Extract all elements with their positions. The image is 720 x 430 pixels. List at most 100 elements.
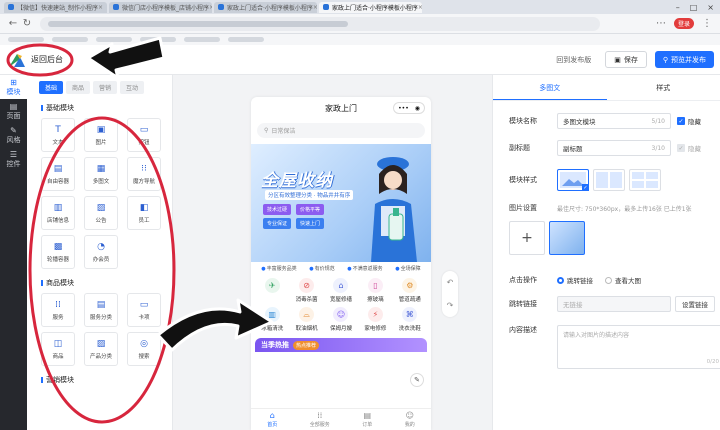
close-window-icon[interactable]: × <box>707 3 714 12</box>
service-item[interactable]: ☺ 保姆月嫂 <box>324 307 358 332</box>
component-item[interactable]: ▣ 图片 <box>84 118 118 152</box>
app-logo-icon[interactable] <box>8 52 26 68</box>
rail-item-style[interactable]: ✎ 风格 <box>0 123 27 147</box>
grid-icon: ⁞⁞ <box>317 410 323 420</box>
menu-icon[interactable]: ⋮ <box>700 18 714 29</box>
bookmark[interactable] <box>96 37 132 42</box>
style-option-grid[interactable] <box>629 169 661 191</box>
bookmark[interactable] <box>228 37 264 42</box>
refresh-icon[interactable]: ↻ <box>20 18 34 29</box>
back-to-admin-link[interactable]: 返回后台 <box>31 54 63 65</box>
url-input[interactable] <box>40 16 600 31</box>
service-item[interactable]: ▥ 冰箱清洗 <box>255 307 289 332</box>
extensions-icon[interactable]: ⋯ <box>654 18 668 29</box>
banner-title: 全屋收纳 <box>261 171 333 191</box>
service-item[interactable]: ⊘ 消毒杀菌 <box>289 278 323 303</box>
favicon-icon <box>8 4 14 10</box>
save-button[interactable]: ▣ 保存 <box>605 51 647 68</box>
hide-module-checkbox[interactable]: ✓ 隐藏 <box>677 116 701 126</box>
browser-tab[interactable]: 【微信】快速建站_制作小程序 × <box>4 1 107 13</box>
service-icon: ⚙ <box>402 278 418 293</box>
component-item[interactable]: ◔ 办会员 <box>84 235 118 269</box>
component-item[interactable]: T 文本 <box>41 118 75 152</box>
rail-item-modules[interactable]: ⊞ 模块 <box>0 75 27 99</box>
component-item[interactable]: ▨ 公告 <box>84 196 118 230</box>
service-item[interactable]: ⚙ 管道疏通 <box>393 278 427 303</box>
browser-tab-active[interactable]: 家政上门适合·小程序模板小程序 × <box>319 1 422 13</box>
component-item[interactable]: ◧ 员工 <box>127 196 161 230</box>
close-tab-icon[interactable]: × <box>418 4 422 11</box>
login-badge[interactable]: 登录 <box>673 18 694 29</box>
phone-search-bar[interactable]: ⚲ 日常保洁 <box>257 123 425 138</box>
component-item[interactable]: ▤ 自由容器 <box>41 157 75 191</box>
tab-marketing[interactable]: 营销 <box>93 81 118 94</box>
rail-item-pages[interactable]: ▤ 页面 <box>0 99 27 123</box>
subtitle-row: 副标题 副标题 3/10 ✓ 隐藏 <box>509 140 701 156</box>
bookmark[interactable] <box>52 37 88 42</box>
service-item[interactable]: ⌂ 宽屋修缮 <box>324 278 358 303</box>
redo-icon[interactable]: ↷ <box>447 301 454 310</box>
hide-subtitle-checkbox[interactable]: ✓ 隐藏 <box>677 143 701 153</box>
jump-link-input[interactable]: 无链接 <box>557 296 671 312</box>
tabbar-mine[interactable]: ☺ 我的 <box>405 411 415 428</box>
bookmark[interactable] <box>140 37 176 42</box>
browser-tab[interactable]: 微信门店小程序模板_店铺小程序 × <box>109 1 212 13</box>
radio-dot <box>605 276 612 284</box>
maximize-icon[interactable]: □ <box>690 3 698 12</box>
minimize-icon[interactable]: – <box>676 3 680 12</box>
service-item[interactable]: ▯ 擦玻璃 <box>358 278 392 303</box>
description-textarea[interactable]: 请输入对图片的描述内容 0/20 <box>557 325 720 369</box>
back-icon[interactable]: ← <box>6 18 20 29</box>
service-item[interactable]: ✈ <box>255 278 289 303</box>
component-item[interactable]: ◎ 搜索 <box>127 332 161 366</box>
tabbar-orders[interactable]: ▤ 订单 <box>362 411 372 428</box>
component-item[interactable]: ▩ 轮播容器 <box>41 235 75 269</box>
service-item[interactable]: ⚡ 家电修修 <box>358 307 392 332</box>
close-tab-icon[interactable]: × <box>209 4 212 11</box>
subtitle-input[interactable]: 副标题 3/10 <box>557 140 671 156</box>
bookmark[interactable] <box>184 37 220 42</box>
component-item[interactable]: ▥ 店铺信息 <box>41 196 75 230</box>
bookmark[interactable] <box>8 37 44 42</box>
component-icon: ◎ <box>140 338 148 349</box>
service-item[interactable]: ⌓ 取油烟机 <box>289 307 323 332</box>
rail-item-controls[interactable]: ☰ 控件 <box>0 147 27 171</box>
layout-icon[interactable]: ◫ <box>111 54 120 65</box>
module-name-label: 模块名称 <box>509 117 537 125</box>
uploaded-image-thumbnail[interactable] <box>549 221 585 255</box>
cleaner-illustration <box>371 157 417 262</box>
module-name-input[interactable]: 多图文模块 5/10 <box>557 113 671 129</box>
tab-interaction[interactable]: 互动 <box>120 81 145 94</box>
banner-image[interactable]: 全屋收纳 分区有效整理分类 · 物品井井有序 技术过硬 价格平等 专业保证 快速… <box>251 144 431 262</box>
close-tab-icon[interactable]: × <box>98 4 103 11</box>
floating-edit-icon[interactable]: ✎ <box>410 373 424 387</box>
service-item[interactable]: ⌘ 洗衣洗鞋 <box>393 307 427 332</box>
component-item[interactable]: ▭ 按钮 <box>127 118 161 152</box>
add-image-button[interactable]: + <box>509 221 545 255</box>
component-item[interactable]: ▦ 多图文 <box>84 157 118 191</box>
browser-tab[interactable]: 家政上门适合·小程序模板小程序 × <box>214 1 317 13</box>
tabbar-home[interactable]: ⌂ 首页 <box>267 411 277 428</box>
undo-icon[interactable]: ↶ <box>447 278 454 287</box>
component-item[interactable]: ▤ 服务分类 <box>84 293 118 327</box>
tab-content[interactable]: 多图文 <box>493 75 607 100</box>
component-item[interactable]: ◫ 商品 <box>41 332 75 366</box>
click-action-label: 点击操作 <box>509 276 537 284</box>
close-tab-icon[interactable]: × <box>313 4 317 11</box>
set-link-button[interactable]: 设置链接 <box>675 296 715 312</box>
style-option-double[interactable] <box>593 169 625 191</box>
tab-basic[interactable]: 基础 <box>39 81 64 94</box>
tabbar-services[interactable]: ⁞⁞ 全部服务 <box>310 410 330 428</box>
radio-view-large[interactable]: 查看大图 <box>605 275 641 285</box>
preview-publish-button[interactable]: ⚲ 预览并发布 <box>654 51 714 68</box>
radio-jump-link[interactable]: 跳转链接 <box>557 275 593 285</box>
component-item[interactable]: ⁝⁝ 魔方导航 <box>127 157 161 191</box>
component-item[interactable]: ▭ 卡项 <box>127 293 161 327</box>
component-item[interactable]: ⁞⁞ 服务 <box>41 293 75 327</box>
history-version-link[interactable]: 回到发布版 <box>556 55 591 65</box>
component-item[interactable]: ▨ 产品分类 <box>84 332 118 366</box>
tab-style[interactable]: 样式 <box>607 75 720 100</box>
capsule-menu[interactable]: ••• ◉ <box>393 102 425 114</box>
style-option-single[interactable]: ✓ <box>557 169 589 191</box>
tab-goods[interactable]: 商品 <box>66 81 91 94</box>
